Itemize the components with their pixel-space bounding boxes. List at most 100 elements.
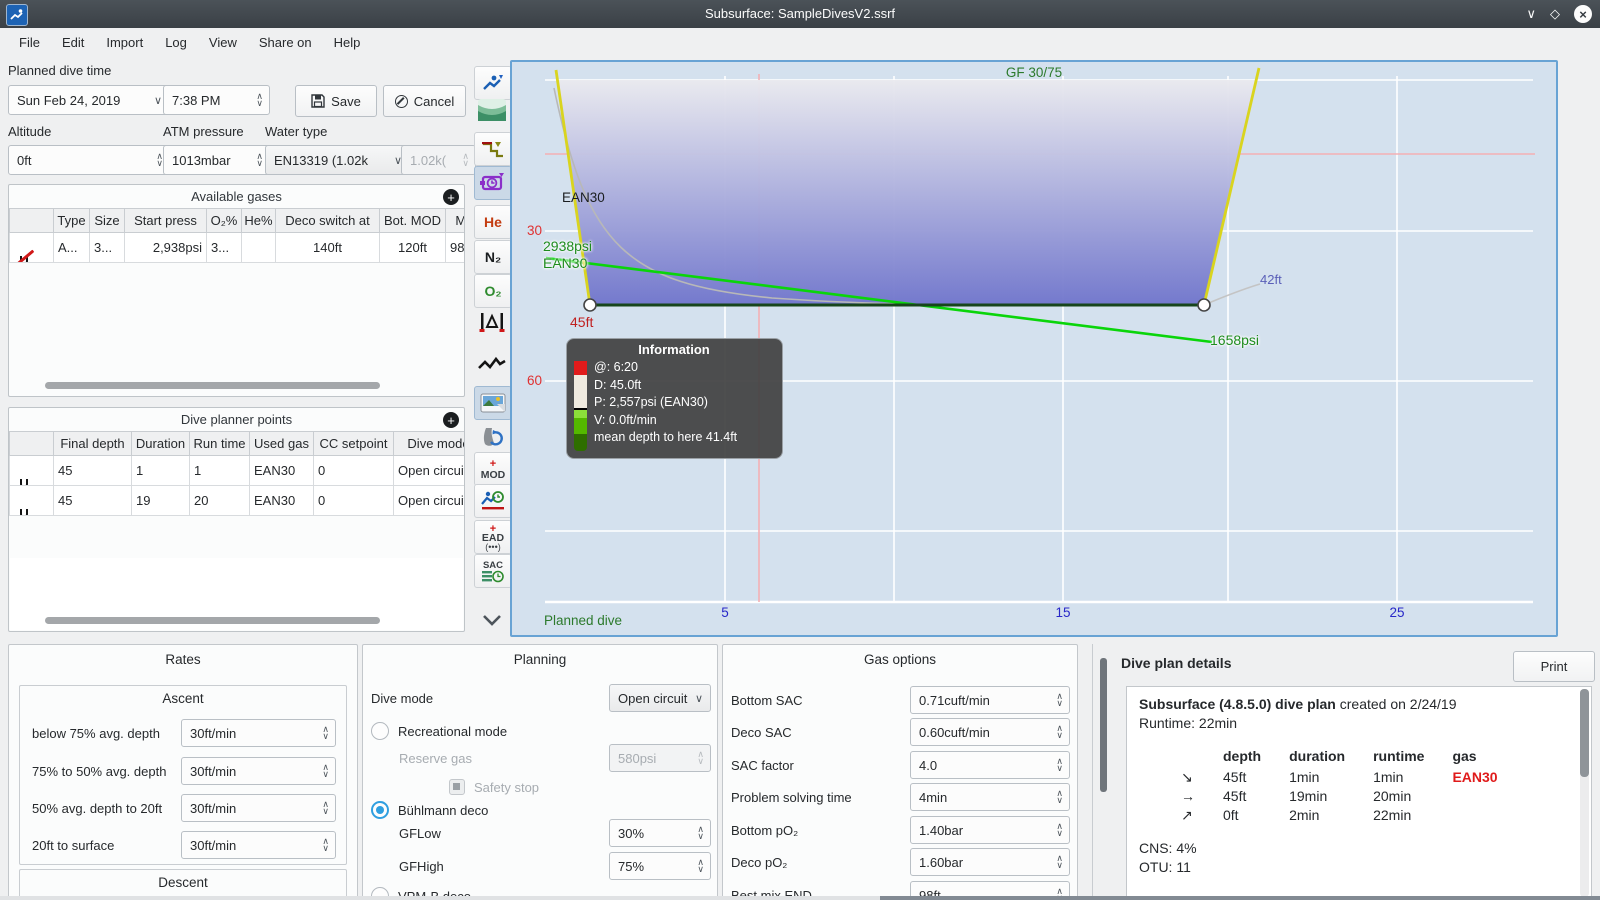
rate-spinbox[interactable]: 30ft/min — [181, 831, 336, 859]
gas-bot-mod[interactable]: 120ft — [379, 232, 446, 263]
ead-icon[interactable]: + EAD (•••) — [474, 520, 512, 554]
gas-deco-switch[interactable]: 140ft — [275, 232, 380, 263]
point-dive-mode[interactable]: Open circuit — [393, 455, 464, 486]
gfhigh-spinbox[interactable]: 75% — [609, 852, 711, 880]
spinner-buttons[interactable] — [320, 838, 331, 852]
ruler-icon[interactable] — [474, 306, 510, 338]
recreational-mode-radio[interactable] — [371, 722, 389, 740]
plan-vertical-scrollbar[interactable] — [1580, 689, 1589, 897]
points-col-dive-mode[interactable]: Dive mode — [393, 431, 464, 456]
problem-solving-time-spinbox[interactable]: 4min — [910, 783, 1070, 811]
depth-gradient-icon[interactable] — [474, 94, 510, 126]
add-point-button[interactable] — [443, 412, 459, 428]
spinner-buttons[interactable] — [320, 801, 331, 815]
gflow-spinbox[interactable]: 30% — [609, 819, 711, 847]
gases-col-size[interactable]: Size — [89, 208, 125, 233]
dive-profile-chart[interactable]: GF 30/75 30 60 5 15 25 EAN30 2938psi EAN… — [510, 60, 1558, 637]
spinner-buttons[interactable] — [1054, 790, 1065, 804]
points-col-used-gas[interactable]: Used gas — [249, 431, 314, 456]
points-col-cc-setpoint[interactable]: CC setpoint — [313, 431, 394, 456]
heartrate-icon[interactable] — [474, 349, 510, 381]
ndl-icon[interactable] — [474, 484, 512, 518]
waypoint-handle[interactable] — [583, 298, 597, 312]
maximize-icon[interactable]: ◇ — [1550, 6, 1560, 22]
gases-col-deco-switch[interactable]: Deco switch at — [275, 208, 380, 233]
points-horizontal-scrollbar[interactable] — [45, 617, 380, 624]
spinner-buttons[interactable] — [254, 93, 265, 107]
deco-po2-spinbox[interactable]: 1.60bar — [910, 848, 1070, 876]
point-dive-mode[interactable]: Open circuit — [393, 485, 464, 516]
rate-spinbox[interactable]: 30ft/min — [181, 757, 336, 785]
waypoint-handle[interactable] — [1197, 298, 1211, 312]
point-run-time[interactable]: 1 — [189, 455, 250, 486]
altitude-spinbox[interactable]: 0ft — [8, 145, 170, 175]
rate-spinbox[interactable]: 30ft/min — [181, 794, 336, 822]
menu-share-on[interactable]: Share on — [248, 30, 323, 56]
gases-col-mnd[interactable]: MN — [445, 208, 464, 233]
deco-sac-spinbox[interactable]: 0.60cuft/min — [910, 718, 1070, 746]
n2-graph-icon[interactable]: N₂ — [474, 240, 512, 274]
point-cc-setpoint[interactable]: 0 — [313, 485, 394, 516]
point-duration[interactable]: 19 — [131, 485, 190, 516]
bottom-sac-spinbox[interactable]: 0.71cuft/min — [910, 686, 1070, 714]
water-type-combobox[interactable]: EN13319 (1.02k — [265, 145, 410, 175]
points-col-run-time[interactable]: Run time — [189, 431, 250, 456]
points-col-duration[interactable]: Duration — [131, 431, 190, 456]
gases-col-start-press[interactable]: Start press — [124, 208, 207, 233]
save-button[interactable]: Save — [295, 85, 377, 117]
o2-graph-icon[interactable]: O₂ — [474, 274, 512, 308]
spinner-buttons[interactable] — [1054, 758, 1065, 772]
gases-col-he[interactable]: He% — [241, 208, 276, 233]
points-col-final-depth[interactable]: Final depth — [53, 431, 132, 456]
point-final-depth[interactable]: 45 — [53, 485, 132, 516]
bottom-po2-spinbox[interactable]: 1.40bar — [910, 816, 1070, 844]
menu-file[interactable]: File — [8, 30, 51, 56]
cancel-button[interactable]: Cancel — [383, 85, 466, 117]
sac-icon[interactable]: SAC — [474, 554, 512, 588]
buhlmann-deco-radio[interactable] — [371, 801, 389, 819]
tissues-icon[interactable] — [474, 421, 510, 453]
spinner-buttons[interactable] — [1054, 725, 1065, 739]
close-icon[interactable]: × — [1574, 5, 1592, 23]
dc-ceiling-icon[interactable] — [474, 132, 512, 166]
menu-view[interactable]: View — [198, 30, 248, 56]
dive-plan-text[interactable]: Subsurface (4.8.5.0) dive plan created o… — [1126, 686, 1592, 900]
spinner-buttons[interactable] — [1054, 693, 1065, 707]
gas-start-press[interactable]: 2,938psi — [124, 232, 207, 263]
rate-spinbox[interactable]: 30ft/min — [181, 719, 336, 747]
menu-help[interactable]: Help — [323, 30, 372, 56]
gas-type[interactable]: A... — [53, 232, 90, 263]
photos-icon[interactable] — [474, 386, 512, 420]
spinner-buttons[interactable] — [695, 826, 706, 840]
minimize-icon[interactable]: ∨ — [1526, 6, 1536, 22]
point-run-time[interactable]: 20 — [189, 485, 250, 516]
point-final-depth[interactable]: 45 — [53, 455, 132, 486]
menu-edit[interactable]: Edit — [51, 30, 95, 56]
atm-pressure-spinbox[interactable]: 1013mbar — [163, 145, 270, 175]
scroll-down-icon[interactable] — [474, 604, 510, 636]
calculated-ceiling-icon[interactable] — [474, 166, 512, 200]
point-duration[interactable]: 1 — [131, 455, 190, 486]
gas-he[interactable] — [241, 232, 276, 263]
menu-import[interactable]: Import — [95, 30, 154, 56]
spinner-buttons[interactable] — [254, 153, 265, 167]
gases-horizontal-scrollbar[interactable] — [45, 382, 380, 389]
gas-o2[interactable]: 3... — [206, 232, 242, 263]
bottom-scrollbar[interactable] — [880, 896, 1600, 900]
point-used-gas[interactable]: EAN30 — [249, 485, 314, 516]
gas-size[interactable]: 3... — [89, 232, 125, 263]
mod-icon[interactable]: + MOD — [474, 452, 512, 486]
point-used-gas[interactable]: EAN30 — [249, 455, 314, 486]
dive-mode-combobox[interactable]: Open circuit — [609, 684, 711, 712]
spinner-buttons[interactable] — [1054, 855, 1065, 869]
sac-factor-spinbox[interactable]: 4.0 — [910, 751, 1070, 779]
point-cc-setpoint[interactable]: 0 — [313, 455, 394, 486]
spinner-buttons[interactable] — [320, 726, 331, 740]
spinner-buttons[interactable] — [320, 764, 331, 778]
print-button[interactable]: Print — [1513, 651, 1595, 682]
he-graph-icon[interactable]: He — [474, 205, 512, 239]
add-gas-button[interactable] — [443, 189, 459, 205]
dive-time-spinbox[interactable]: 7:38 PM — [163, 85, 270, 115]
splitter-handle[interactable] — [1100, 658, 1107, 792]
gas-mnd[interactable]: 98f — [445, 232, 464, 263]
